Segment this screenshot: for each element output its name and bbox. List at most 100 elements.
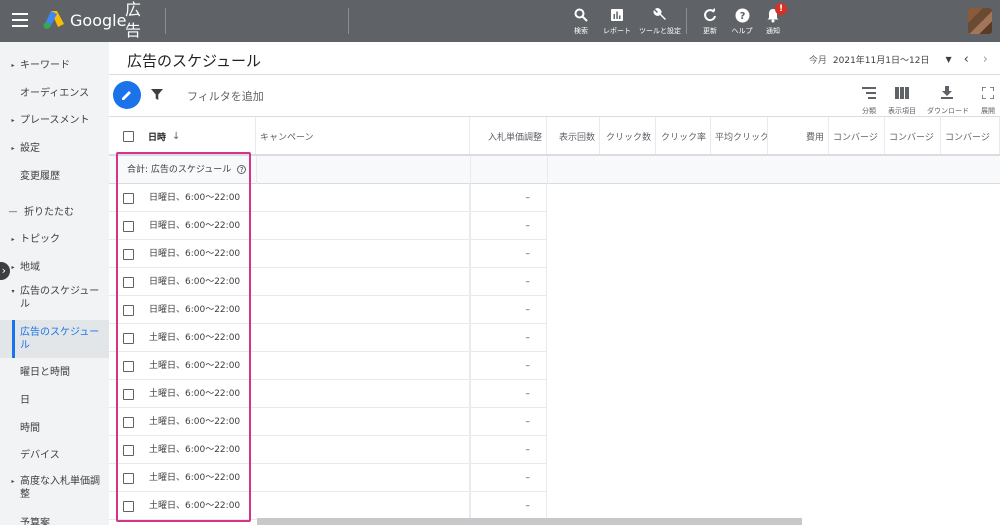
row-bid-adjustment[interactable]: – (470, 240, 547, 268)
toolbar-reports-button[interactable]: レポート (595, 5, 639, 36)
row-bid-adjustment[interactable]: – (470, 436, 547, 464)
cell (256, 464, 470, 492)
google-ads-logo-icon[interactable] (42, 10, 66, 30)
sidebar-item-day-and-time[interactable]: 曜日と時間 (0, 361, 109, 383)
column-header-conversions-1[interactable]: コンバージ (829, 117, 885, 155)
date-range-picker[interactable]: 今月 2021年11月1日～12日 ▼ ‹ › (809, 52, 988, 67)
row-datetime[interactable]: 土曜日、6:00～22:00 (149, 408, 240, 436)
table-row[interactable]: 土曜日、6:00～22:00 – (109, 324, 1000, 352)
table-row[interactable]: 日曜日、6:00～22:00 – (109, 184, 1000, 212)
sidebar-item-topics[interactable]: ▸ トピック (0, 228, 109, 250)
row-checkbox[interactable] (123, 193, 134, 204)
row-datetime[interactable]: 日曜日、6:00～22:00 (149, 296, 240, 324)
select-all-checkbox[interactable] (123, 130, 134, 142)
row-bid-adjustment[interactable]: – (470, 268, 547, 296)
toolbar-tools-button[interactable]: ツールと設定 (638, 5, 682, 36)
row-bid-adjustment[interactable]: – (470, 184, 547, 212)
row-bid-adjustment[interactable]: – (470, 408, 547, 436)
row-checkbox[interactable] (123, 221, 134, 232)
row-checkbox[interactable] (123, 333, 134, 344)
column-header-datetime[interactable]: 日時 ↓ (109, 117, 256, 155)
row-datetime[interactable]: 土曜日、6:00～22:00 (149, 352, 240, 380)
table-row[interactable]: 土曜日、6:00～22:00 – (109, 492, 1000, 520)
help-icon[interactable]: ? (237, 165, 247, 174)
table-row[interactable]: 土曜日、6:00～22:00 – (109, 464, 1000, 492)
row-bid-adjustment[interactable]: – (470, 380, 547, 408)
column-header-impressions[interactable]: 表示回数 (547, 117, 600, 155)
row-datetime[interactable]: 土曜日、6:00～22:00 (149, 324, 240, 352)
row-datetime[interactable]: 日曜日、6:00～22:00 (149, 268, 240, 296)
download-button[interactable]: ダウンロード (927, 84, 969, 116)
table-row[interactable]: 日曜日、6:00～22:00 – (109, 240, 1000, 268)
notification-badge: ! (775, 3, 787, 15)
column-header-cost[interactable]: 費用 (768, 117, 829, 155)
row-datetime[interactable]: 日曜日、6:00～22:00 (149, 240, 240, 268)
sidebar-item-day[interactable]: 日 (0, 389, 109, 411)
row-datetime[interactable]: 土曜日、6:00～22:00 (149, 464, 240, 492)
sidebar-item-placements[interactable]: ▸ プレースメント (0, 109, 109, 131)
expand-button[interactable]: 展開 (971, 84, 1000, 116)
column-header-bid-adj[interactable]: 入札単価調整 (470, 117, 547, 155)
row-checkbox[interactable] (123, 417, 134, 428)
row-checkbox[interactable] (123, 277, 134, 288)
sidebar-item-hour[interactable]: 時間 (0, 417, 109, 439)
column-header-clicks[interactable]: クリック数 (600, 117, 656, 155)
sidebar-item-keywords[interactable]: ▸ キーワード (0, 54, 109, 76)
sidebar-item-budget[interactable]: 予算案 (0, 512, 109, 525)
table-row[interactable]: 土曜日、6:00～22:00 – (109, 436, 1000, 464)
columns-button[interactable]: 表示項目 (882, 84, 922, 116)
column-header-ctr[interactable]: クリック率 (656, 117, 711, 155)
row-datetime[interactable]: 土曜日、6:00～22:00 (149, 436, 240, 464)
row-datetime[interactable]: 土曜日、6:00～22:00 (149, 492, 240, 520)
date-range-value[interactable]: 2021年11月1日～12日 (833, 53, 930, 66)
avatar[interactable] (968, 8, 992, 34)
row-checkbox[interactable] (123, 249, 134, 260)
row-checkbox[interactable] (123, 501, 134, 512)
row-bid-adjustment[interactable]: – (470, 352, 547, 380)
table-row[interactable]: 土曜日、6:00～22:00 – (109, 380, 1000, 408)
sidebar-item-advanced-bid-adjustment[interactable]: ▸ 高度な入札単価調整 (0, 475, 109, 505)
row-datetime[interactable]: 土曜日、6:00～22:00 (149, 380, 240, 408)
table-row[interactable]: 日曜日、6:00～22:00 – (109, 268, 1000, 296)
row-bid-adjustment[interactable]: – (470, 492, 547, 520)
column-header-conversions-2[interactable]: コンバージ (885, 117, 941, 155)
table-row[interactable]: 日曜日、6:00～22:00 – (109, 296, 1000, 324)
horizontal-scrollbar[interactable] (257, 518, 802, 525)
sidebar-item-audiences[interactable]: オーディエンス (0, 82, 109, 104)
chevron-left-icon[interactable]: ‹ (964, 52, 969, 67)
row-checkbox[interactable] (123, 361, 134, 372)
table-row[interactable]: 日曜日、6:00～22:00 – (109, 212, 1000, 240)
row-checkbox[interactable] (123, 473, 134, 484)
edit-button[interactable] (113, 81, 141, 109)
segment-icon (862, 87, 876, 99)
caret-down-icon[interactable]: ▼ (945, 55, 951, 64)
sidebar-collapse-toggle[interactable]: — 折りたたむ (0, 201, 109, 223)
menu-icon[interactable] (12, 13, 28, 27)
table-row[interactable]: 土曜日、6:00～22:00 – (109, 408, 1000, 436)
chevron-right-icon[interactable]: › (983, 52, 988, 67)
filter-icon[interactable] (151, 89, 163, 100)
sidebar-item-settings[interactable]: ▸ 設定 (0, 137, 109, 159)
add-filter-button[interactable]: フィルタを追加 (187, 88, 264, 104)
row-bid-adjustment[interactable]: – (470, 296, 547, 324)
sidebar-item-change-history[interactable]: 変更履歴 (0, 165, 109, 187)
sort-arrow-icon[interactable]: ↓ (172, 131, 180, 142)
row-bid-adjustment[interactable]: – (470, 324, 547, 352)
row-checkbox[interactable] (123, 445, 134, 456)
toolbar-notifications-button[interactable]: 通知 (751, 5, 795, 36)
row-checkbox[interactable] (123, 389, 134, 400)
sidebar-item-locations[interactable]: ▸ 地域 (0, 256, 109, 278)
table-row[interactable]: 土曜日、6:00～22:00 – (109, 352, 1000, 380)
row-checkbox[interactable] (123, 305, 134, 316)
column-header-conversions-3[interactable]: コンバージ (941, 117, 1000, 155)
divider (686, 8, 687, 34)
row-bid-adjustment[interactable]: – (470, 212, 547, 240)
row-bid-adjustment[interactable]: – (470, 464, 547, 492)
sidebar-item-devices[interactable]: デバイス (0, 444, 109, 466)
column-header-avg-cpc[interactable]: 平均クリック (711, 117, 768, 155)
row-datetime[interactable]: 日曜日、6:00～22:00 (149, 212, 240, 240)
sidebar-item-ad-schedule[interactable]: 広告のスケジュール (0, 320, 109, 358)
row-datetime[interactable]: 日曜日、6:00～22:00 (149, 184, 240, 212)
sidebar-item-ad-schedule-group[interactable]: ▾ 広告のスケジュール (0, 285, 109, 315)
column-header-campaign[interactable]: キャンペーン (256, 117, 470, 155)
